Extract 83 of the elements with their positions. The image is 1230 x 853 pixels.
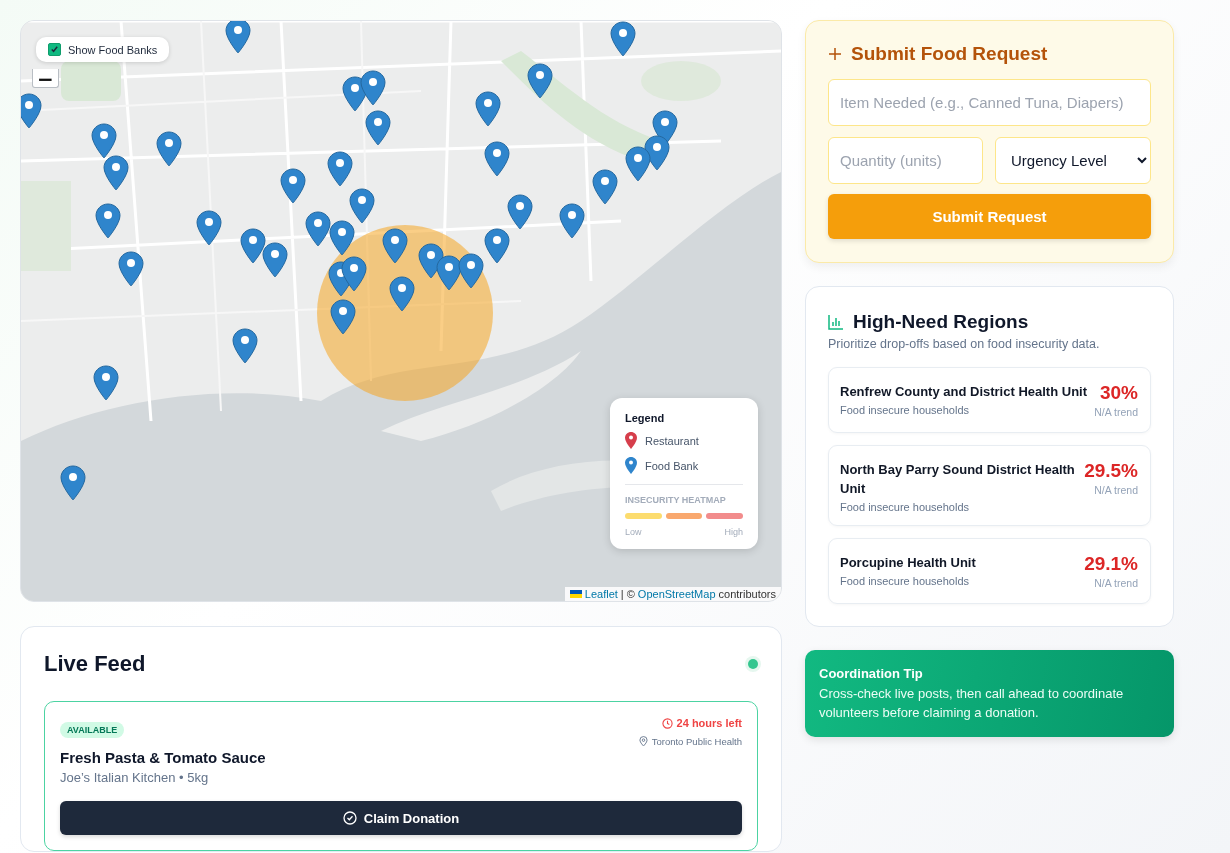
insecurity-rate: 29.5%: [1084, 460, 1138, 482]
section-title: High-Need Regions: [853, 311, 1029, 333]
bar-chart-icon: [828, 314, 844, 330]
status-badge: AVAILABLE: [60, 722, 125, 738]
map-pin[interactable]: [349, 188, 375, 224]
time-left: 24 hours left: [676, 717, 742, 729]
attribution-link[interactable]: Leaflet: [584, 588, 618, 600]
map-pin[interactable]: [507, 194, 533, 230]
urgency-dropdown[interactable]: Urgency Level: [995, 137, 1151, 184]
region-name: Porcupine Health Unit: [840, 554, 976, 572]
map-pin[interactable]: [262, 242, 288, 278]
section-title: Live Feed: [44, 651, 146, 677]
insecurity-rate: 30%: [1099, 382, 1138, 404]
metric-label: Food insecure households: [840, 575, 971, 587]
map-pin[interactable]: [382, 228, 408, 264]
map-pin[interactable]: [225, 21, 251, 54]
show-food-banks-toggle[interactable]: Show Food Banks: [36, 37, 170, 62]
map-pin[interactable]: [305, 211, 331, 247]
region-name: North Bay Parry Sound District Health Unit: [840, 461, 1076, 498]
checkmark-icon: [50, 45, 59, 54]
map-pin[interactable]: [95, 203, 121, 239]
donation-details: Joe’s Italian Kitchen • 5kg: [60, 770, 209, 785]
insecurity-rate: 29.1%: [1084, 553, 1138, 575]
attribution-link[interactable]: OpenStreetMap: [637, 588, 716, 600]
plus-icon: [828, 47, 842, 61]
trend-label: N/A trend: [1094, 483, 1138, 498]
map-pin[interactable]: [60, 465, 86, 501]
map-pin[interactable]: [389, 276, 415, 312]
check-circle-icon: [342, 811, 357, 825]
attribution-text: | ©: [620, 588, 635, 600]
map-pin[interactable]: [240, 228, 266, 264]
quantity-input[interactable]: Quantity (units): [828, 137, 983, 184]
map-pin[interactable]: [327, 151, 353, 187]
metric-label: Food insecure households: [840, 404, 971, 416]
map-pin[interactable]: [91, 123, 117, 159]
legend-title: Legend: [625, 412, 666, 424]
map-pin[interactable]: [330, 299, 356, 335]
section-subtitle: Prioritize drop-offs based on food insecurity data.: [828, 337, 1101, 351]
trend-label: N/A trend: [1094, 405, 1138, 420]
map-pin[interactable]: [360, 70, 386, 106]
scale-high-label: High: [724, 527, 743, 537]
scale-low-label: Low: [625, 527, 642, 537]
location-pin-icon: [638, 736, 648, 747]
location-label: Toronto Public Health: [651, 736, 742, 747]
map-pin[interactable]: [436, 255, 462, 291]
map-pin[interactable]: [610, 21, 636, 57]
map-pin[interactable]: [93, 365, 119, 401]
checkbox-label: Show Food Banks: [68, 43, 158, 56]
heatmap-title: INSECURITY HEATMAP: [625, 495, 727, 505]
legend-label: Food Bank: [645, 459, 699, 472]
map-pin[interactable]: [592, 169, 618, 205]
tip-title: Coordination Tip: [819, 666, 924, 681]
map-pin[interactable]: [484, 141, 510, 177]
map-pin[interactable]: [329, 220, 355, 256]
tip-text: Cross-check live posts, then call ahead to coordinate volunteers before claiming a donation.: [819, 685, 1125, 722]
zoom-out-button[interactable]: −: [32, 69, 59, 88]
donation-title: Fresh Pasta & Tomato Sauce: [60, 749, 266, 766]
claim-donation-button[interactable]: Claim Donation: [60, 801, 742, 835]
map-pin[interactable]: [341, 256, 367, 292]
trend-label: N/A trend: [1094, 576, 1138, 591]
map-pin[interactable]: [475, 91, 501, 127]
flag-icon: [569, 590, 582, 598]
attribution-text: contributors: [718, 588, 776, 600]
map-pin[interactable]: [559, 203, 585, 239]
item-input[interactable]: Item Needed (e.g., Canned Tuna, Diapers): [828, 79, 1151, 126]
map-pin[interactable]: [365, 110, 391, 146]
map-pin[interactable]: [527, 63, 553, 99]
map-pin[interactable]: [280, 168, 306, 204]
map-pin[interactable]: [103, 155, 129, 191]
clock-icon: [661, 717, 673, 729]
legend-label: Restaurant: [645, 434, 699, 447]
map-pin[interactable]: [156, 131, 182, 167]
metric-label: Food insecure households: [840, 501, 971, 513]
map-pin[interactable]: [458, 253, 484, 289]
map-pin[interactable]: [21, 93, 42, 129]
region-name: Renfrew County and District Health Unit: [840, 383, 1088, 401]
form-title: Submit Food Request: [851, 43, 1048, 65]
checkbox[interactable]: [48, 43, 61, 56]
map-pin[interactable]: [118, 251, 144, 287]
map-pin[interactable]: [625, 146, 651, 182]
map-pin[interactable]: [232, 328, 258, 364]
map-pin[interactable]: [484, 228, 510, 264]
map-pin[interactable]: [196, 210, 222, 246]
